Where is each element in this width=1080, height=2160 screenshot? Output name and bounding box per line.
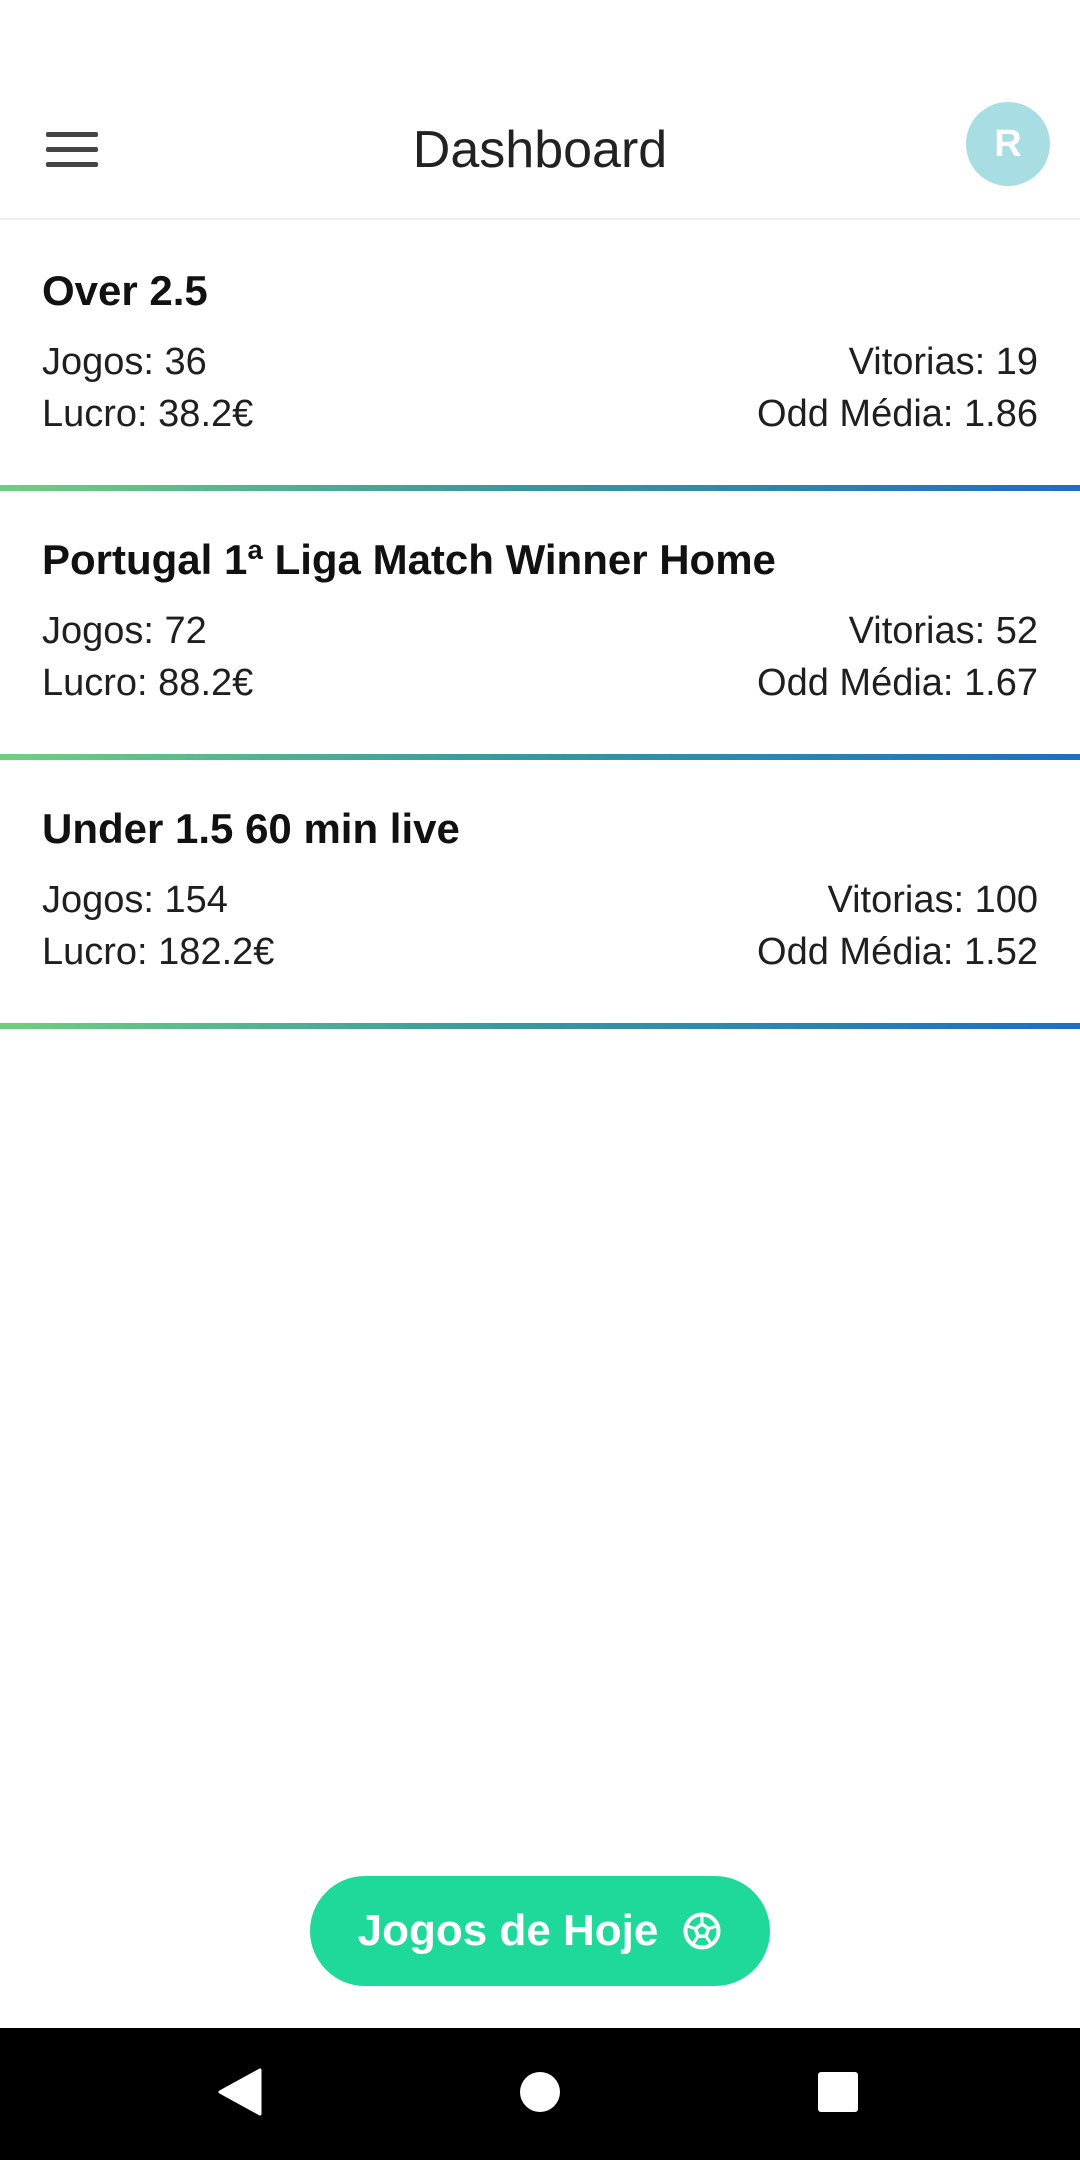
- games-count: Jogos: 154: [42, 879, 228, 921]
- todays-games-label: Jogos de Hoje: [357, 1906, 659, 1955]
- wins-count: Vitorias: 100: [827, 879, 1038, 921]
- avatar-initial: R: [994, 122, 1022, 165]
- page-title: Dashboard: [412, 121, 668, 179]
- average-odd: Odd Média: 1.52: [757, 931, 1038, 973]
- status-bar: [0, 0, 1080, 80]
- app-bar: Dashboard R: [0, 80, 1080, 220]
- back-triangle-icon: [218, 2068, 262, 2121]
- strategy-card-over-2-5[interactable]: Over 2.5 Jogos: 36 Vitorias: 19 Lucro: 3…: [0, 222, 1080, 491]
- todays-games-button[interactable]: Jogos de Hoje: [310, 1876, 770, 1986]
- strategy-title: Under 1.5 60 min live: [42, 805, 460, 852]
- wins-count: Vitorias: 19: [848, 341, 1038, 383]
- profit-value: Lucro: 182.2€: [42, 931, 275, 973]
- strategy-card-portugal-liga[interactable]: Portugal 1ª Liga Match Winner Home Jogos…: [0, 491, 1080, 760]
- card-divider: [0, 1023, 1080, 1029]
- games-count: Jogos: 36: [42, 341, 207, 383]
- strategy-title: Portugal 1ª Liga Match Winner Home: [42, 536, 776, 583]
- profit-value: Lucro: 88.2€: [42, 662, 254, 704]
- average-odd: Odd Média: 1.86: [757, 393, 1038, 435]
- recents-button[interactable]: [806, 2062, 870, 2126]
- strategy-card-under-1-5[interactable]: Under 1.5 60 min live Jogos: 154 Vitoria…: [0, 760, 1080, 1029]
- games-count: Jogos: 72: [42, 610, 207, 652]
- profit-value: Lucro: 38.2€: [42, 393, 254, 435]
- wins-count: Vitorias: 52: [848, 610, 1038, 652]
- home-button[interactable]: [508, 2062, 572, 2126]
- strategy-list: Over 2.5 Jogos: 36 Vitorias: 19 Lucro: 3…: [0, 222, 1080, 1029]
- strategy-title: Over 2.5: [42, 267, 208, 314]
- system-navigation-bar: [0, 2028, 1080, 2160]
- avatar[interactable]: R: [966, 102, 1050, 186]
- soccer-ball-icon: [682, 1911, 722, 1951]
- recents-square-icon: [817, 2071, 859, 2118]
- average-odd: Odd Média: 1.67: [757, 662, 1038, 704]
- back-button[interactable]: [208, 2062, 272, 2126]
- home-circle-icon: [519, 2071, 561, 2118]
